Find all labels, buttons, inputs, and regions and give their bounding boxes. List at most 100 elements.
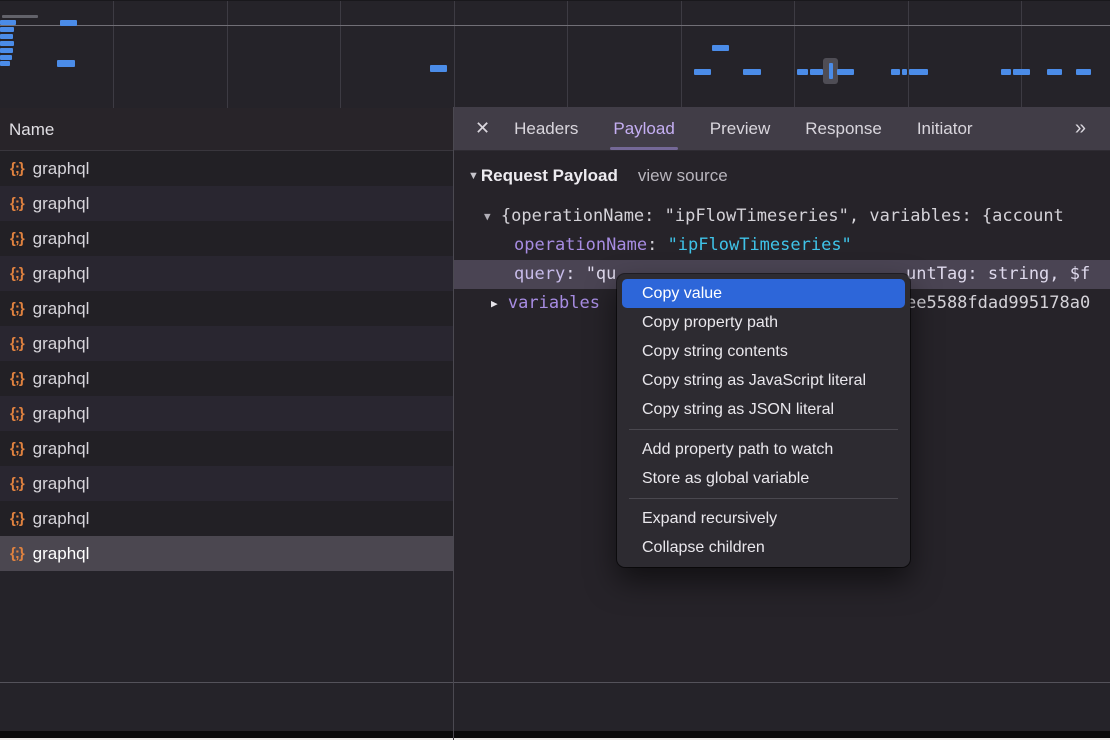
request-row[interactable]: {;}graphql <box>0 431 453 466</box>
overview-gridline <box>113 1 114 108</box>
request-row[interactable]: {;}graphql <box>0 501 453 536</box>
request-list: {;} graphql {;} graphql {;} graphql {;} graphql… <box>0 151 453 571</box>
menu-item-copy-string-contents[interactable]: Copy string contents <box>617 337 910 366</box>
name-column-header[interactable]: Name <box>0 108 453 151</box>
menu-item-store-as-global-variable[interactable]: Store as global variable <box>617 464 910 493</box>
waterfall-bar[interactable] <box>430 65 447 72</box>
property-key: operationName <box>514 235 647 255</box>
overview-gridline <box>681 1 682 108</box>
tab-initiator[interactable]: Initiator <box>917 107 973 151</box>
request-row[interactable]: {;} graphql <box>0 361 453 396</box>
request-name-label: graphql <box>33 439 90 459</box>
request-row[interactable]: {;}graphql <box>0 151 453 186</box>
waterfall-bar[interactable] <box>902 69 907 75</box>
waterfall-bar[interactable] <box>2 15 38 18</box>
request-name-label: graphql <box>33 369 90 389</box>
overview-gridline <box>794 1 795 108</box>
menu-divider <box>629 429 898 430</box>
waterfall-bar[interactable] <box>909 69 928 75</box>
waterfall-bar[interactable] <box>743 69 761 75</box>
waterfall-bar[interactable] <box>810 69 823 75</box>
tab-headers[interactable]: Headers <box>514 107 578 151</box>
request-row[interactable]: {;}graphql <box>0 326 453 361</box>
json-braces-icon: {;} <box>10 545 24 562</box>
waterfall-bar[interactable] <box>1001 69 1011 75</box>
request-name-label: graphql <box>33 544 90 564</box>
request-row[interactable]: {;}graphql <box>0 466 453 501</box>
waterfall-bar[interactable] <box>712 45 729 51</box>
waterfall-bar[interactable] <box>891 69 900 75</box>
waterfall-bar[interactable] <box>0 20 16 25</box>
menu-item-expand-recursively[interactable]: Expand recursively <box>617 504 910 533</box>
waterfall-bar[interactable] <box>57 60 75 67</box>
tab-preview[interactable]: Preview <box>710 107 770 151</box>
waterfall-bar[interactable] <box>1013 69 1030 75</box>
waterfall-bar[interactable] <box>0 61 10 66</box>
payload-root-row[interactable]: ▼ {operationName: "ipFlowTimeseries", va… <box>454 202 1110 231</box>
colon: : <box>565 264 575 284</box>
colon: : <box>647 235 657 255</box>
waterfall-bar[interactable] <box>60 20 77 26</box>
waterfall-bar[interactable] <box>0 27 14 32</box>
menu-item-copy-value[interactable]: Copy value <box>622 279 905 308</box>
request-row[interactable]: {;} graphql <box>0 256 453 291</box>
tab-response[interactable]: Response <box>805 107 882 151</box>
devtools-network-panel: Name {;}graphql{;}graphql{;}graphql{;}gr… <box>0 0 1110 740</box>
property-value-right: untTag: string, $f <box>906 260 1090 289</box>
waterfall-bar[interactable] <box>0 34 13 39</box>
request-row[interactable]: {;} graphql <box>0 221 453 256</box>
menu-item-copy-property-path[interactable]: Copy property path <box>617 308 910 337</box>
close-icon[interactable]: ✕ <box>475 118 490 139</box>
json-braces-icon: {;} <box>10 195 24 212</box>
waterfall-bar[interactable] <box>837 69 854 75</box>
more-tabs-icon[interactable]: » <box>1075 117 1086 140</box>
expander-icon[interactable]: ▶ <box>491 289 498 318</box>
payload-property-row[interactable]: operationName: "ipFlowTimeseries" <box>454 231 1110 260</box>
json-braces-icon: {;} <box>10 510 24 527</box>
request-name-label: graphql <box>33 299 90 319</box>
waterfall-bar[interactable] <box>797 69 808 75</box>
menu-item-copy-string-as-javascript-literal[interactable]: Copy string as JavaScript literal <box>617 366 910 395</box>
request-name-label: graphql <box>33 194 90 214</box>
waterfall-bar[interactable] <box>829 63 833 79</box>
json-braces-icon: {;} <box>10 230 24 247</box>
property-key: variables <box>508 293 600 313</box>
overview-gridline <box>227 1 228 108</box>
request-name-label: graphql <box>33 264 90 284</box>
waterfall-bar[interactable] <box>1076 69 1091 75</box>
request-row[interactable]: {;} graphql <box>0 186 453 221</box>
section-collapse-icon[interactable]: ▼ <box>468 170 479 182</box>
request-name-label: graphql <box>33 334 90 354</box>
json-braces-icon: {;} <box>10 405 24 422</box>
waterfall-bar[interactable] <box>694 69 711 75</box>
property-key: query <box>514 264 565 284</box>
request-name-label: graphql <box>33 229 90 249</box>
request-row[interactable]: {;} graphql <box>0 291 453 326</box>
context-menu: Copy valueCopy property pathCopy string … <box>617 274 910 567</box>
network-overview-strip[interactable] <box>0 0 1110 109</box>
waterfall-bar[interactable] <box>0 48 13 53</box>
request-row[interactable]: {;} graphql <box>0 536 453 571</box>
menu-item-copy-string-as-json-literal[interactable]: Copy string as JSON literal <box>617 395 910 424</box>
window-bottom-edge <box>0 731 1110 738</box>
object-preview-text: {operationName: "ipFlowTimeseries", vari… <box>501 206 1064 226</box>
detail-tabbar: ✕ Headers Payload Preview Response Initiator… <box>454 107 1110 151</box>
menu-divider <box>629 498 898 499</box>
json-braces-icon: {;} <box>10 265 24 282</box>
json-braces-icon: {;} <box>10 300 24 317</box>
view-source-link[interactable]: view source <box>638 166 728 186</box>
menu-item-add-property-path-to-watch[interactable]: Add property path to watch <box>617 435 910 464</box>
expander-icon[interactable]: ▼ <box>484 202 491 231</box>
property-value-left: "qu <box>586 264 617 284</box>
request-row[interactable]: {;}graphql <box>0 396 453 431</box>
waterfall-bar[interactable] <box>0 55 12 60</box>
overview-baseline <box>0 25 1110 26</box>
menu-item-collapse-children[interactable]: Collapse children <box>617 533 910 562</box>
tab-payload[interactable]: Payload <box>613 107 674 151</box>
overview-gridline <box>1021 1 1022 108</box>
waterfall-bar[interactable] <box>0 41 14 46</box>
json-braces-icon: {;} <box>10 370 24 387</box>
property-value-right: ee5588fdad995178a0 <box>906 289 1090 318</box>
waterfall-bar[interactable] <box>1047 69 1062 75</box>
panel-divider[interactable] <box>453 107 454 740</box>
